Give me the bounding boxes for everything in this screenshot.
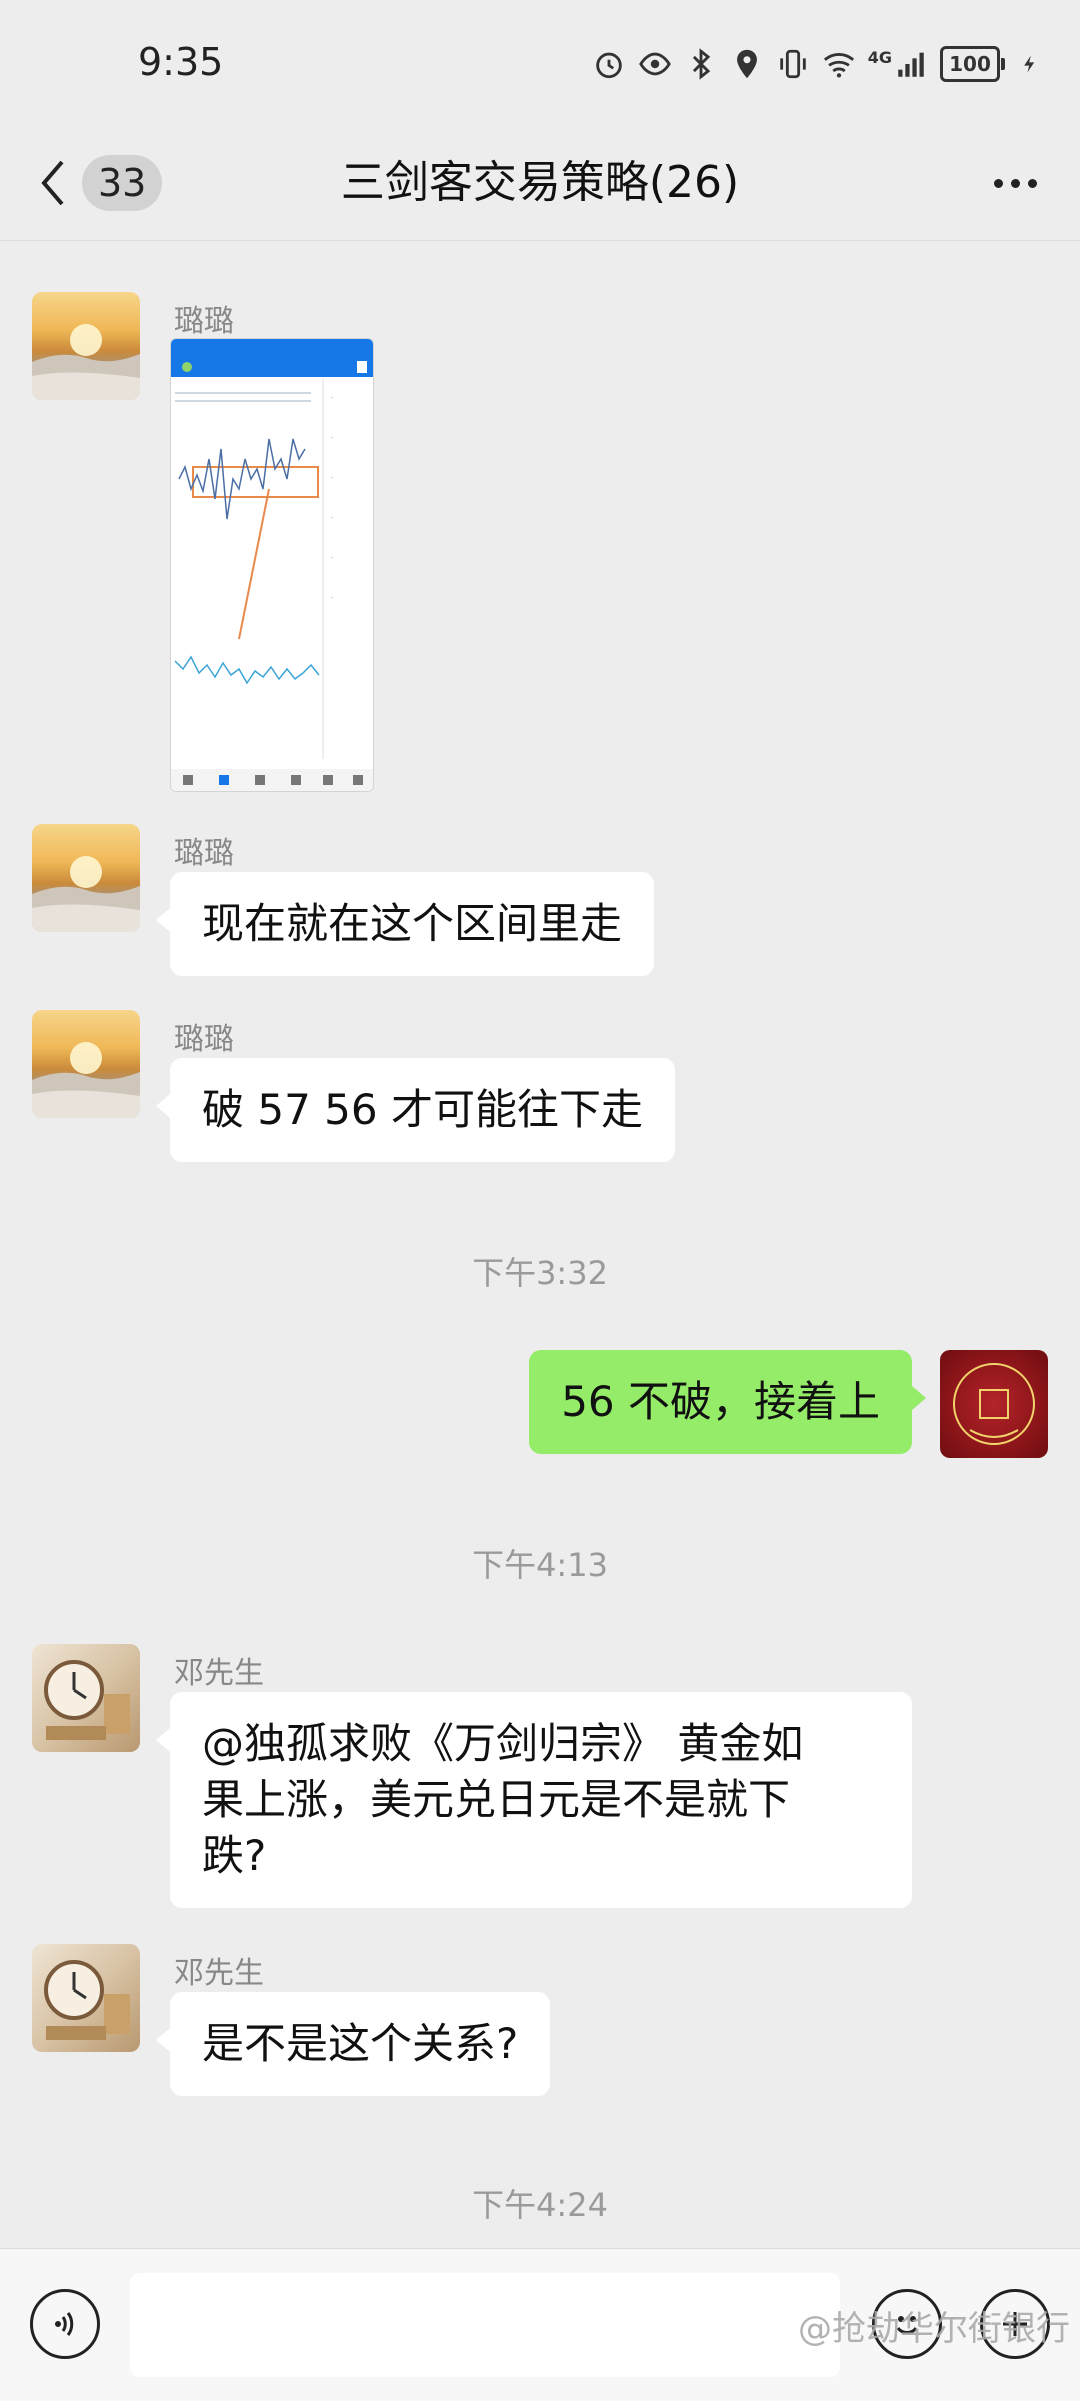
- sunrise-avatar-image: [32, 1042, 140, 1118]
- my-avatar[interactable]: [940, 1350, 1048, 1458]
- input-bar: @抢劫华尔街银行: [0, 2248, 1080, 2401]
- sender-avatar[interactable]: [32, 292, 140, 400]
- svg-text:-: -: [331, 594, 333, 601]
- message-bubble[interactable]: @独孤求败《万剑归宗》 黄金如 果上涨，美元兑日元是不是就下 跌?: [156, 1692, 912, 1908]
- location-icon: [736, 49, 757, 79]
- svg-text:-: -: [331, 394, 333, 401]
- message-timestamp: 下午3:32: [472, 1254, 608, 1292]
- more-dot-icon: [1027, 178, 1037, 188]
- eye-icon: [638, 52, 671, 76]
- sunrise-avatar-image: [32, 324, 140, 400]
- svg-text:-: -: [331, 554, 333, 561]
- message-line: 跌?: [202, 1831, 267, 1880]
- sender-name: 璐璐: [174, 304, 234, 339]
- more-options-button[interactable]: [980, 150, 1050, 216]
- svg-text:-: -: [331, 474, 333, 481]
- message-timestamp: 下午4:24: [472, 2186, 608, 2224]
- sender-name: 璐璐: [174, 836, 234, 871]
- charging-icon: [1024, 55, 1035, 73]
- trading-chart-screenshot: - - - - - -: [171, 339, 373, 791]
- signal-icon: [898, 52, 924, 77]
- wifi-icon: [823, 53, 854, 78]
- message-bubble[interactable]: 破 57 56 才可能往下走: [156, 1058, 675, 1162]
- more-dot-icon: [993, 178, 1003, 188]
- clock-avatar-image: [44, 1960, 130, 2040]
- svg-text:-: -: [331, 434, 333, 441]
- message-bubble[interactable]: 是不是这个关系?: [155, 1992, 551, 2096]
- sender-name: 璐璐: [174, 1022, 234, 1057]
- status-icons: 4G 100: [592, 44, 1040, 84]
- voice-input-button[interactable]: [30, 2289, 100, 2359]
- sender-avatar[interactable]: [32, 1944, 140, 2052]
- seal-avatar-image: [953, 1363, 1035, 1445]
- clock-avatar-image: [44, 1660, 130, 1740]
- voice-icon: [55, 2312, 74, 2336]
- more-dot-icon: [1010, 178, 1020, 188]
- vibrate-icon: [779, 49, 806, 79]
- sender-avatar[interactable]: [32, 1010, 140, 1118]
- message-line: 果上涨，美元兑日元是不是就下: [202, 1775, 791, 1824]
- chat-header: 33 三剑客交易策略(26): [0, 130, 1080, 241]
- network-type: 4G: [867, 47, 892, 67]
- sender-avatar[interactable]: [32, 1644, 140, 1752]
- watermark: @抢劫华尔街银行: [798, 2309, 1070, 2349]
- sunrise-avatar-image: [32, 856, 140, 932]
- alarm-icon: [595, 52, 622, 79]
- chart-image-message[interactable]: - - - - - -: [170, 338, 374, 792]
- message-line: @独孤求败《万剑归宗》 黄金如: [202, 1719, 804, 1768]
- chat-title: 三剑客交易策略(26): [340, 157, 740, 208]
- bluetooth-icon: [692, 48, 710, 80]
- my-message-bubble[interactable]: 56 不破，接着上: [529, 1350, 926, 1454]
- status-time: 9:35: [138, 40, 224, 84]
- sender-name: 邓先生: [174, 1656, 264, 1691]
- battery-indicator: 100: [940, 46, 1005, 82]
- sender-avatar[interactable]: [32, 824, 140, 932]
- sender-name: 邓先生: [174, 1956, 264, 1991]
- status-bar: 9:35 4G 100: [0, 0, 1080, 130]
- message-bubble[interactable]: 现在就在这个区间里走: [155, 872, 655, 976]
- message-timestamp: 下午4:13: [472, 1546, 608, 1584]
- svg-text:-: -: [331, 514, 333, 521]
- message-input[interactable]: [130, 2273, 840, 2377]
